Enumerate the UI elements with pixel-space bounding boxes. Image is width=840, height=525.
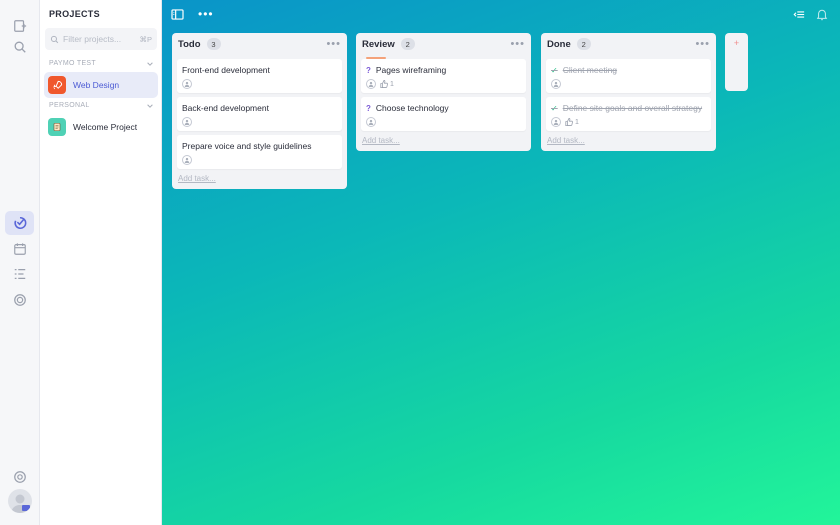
task-title: Pages wireframing	[375, 65, 447, 75]
column-title: Done	[547, 38, 571, 50]
assignee-icon[interactable]	[182, 155, 192, 165]
assignee-icon[interactable]	[551, 117, 561, 127]
more-options-icon[interactable]: •••	[510, 38, 525, 50]
project-name: Web Design	[73, 80, 120, 90]
task-title: Back-end development	[182, 103, 269, 113]
assignee-icon[interactable]	[551, 79, 561, 89]
add-task-link[interactable]: Add task...	[172, 169, 347, 189]
search-icon	[50, 35, 59, 43]
paper-icon	[48, 118, 66, 136]
column-review: Review 2 ••• ? Pages wireframing 1 ? Choos…	[356, 33, 531, 151]
task-card[interactable]: Back-end development	[177, 97, 342, 131]
status-check-icon: ✓	[551, 65, 558, 75]
column-count: 2	[576, 38, 591, 50]
thumbs-up-icon	[380, 80, 388, 88]
column-todo: Todo 3 ••• Front-end development Back-en…	[172, 33, 347, 189]
task-card[interactable]: Prepare voice and style guidelines	[177, 135, 342, 169]
add-task-link[interactable]: Add task...	[356, 131, 531, 151]
panel-title: PROJECTS	[49, 9, 100, 19]
column-header: Review 2 •••	[356, 33, 531, 55]
board-area: ••• Todo 3 ••• Front-end development Bac…	[162, 0, 840, 525]
project-item-welcome-project[interactable]: Welcome Project	[44, 114, 158, 140]
more-options-icon[interactable]: •••	[326, 38, 341, 50]
plus-icon: +	[733, 38, 740, 48]
search-shortcut: ⌘P	[139, 34, 152, 44]
bell-icon[interactable]	[816, 8, 828, 24]
group-label-paymo-test: PAYMO TEST	[49, 60, 96, 67]
assignee-icon[interactable]	[182, 79, 192, 89]
assignee-icon[interactable]	[366, 79, 376, 89]
tasks-icon[interactable]	[5, 211, 34, 235]
thumbs-up-icon	[565, 118, 573, 126]
task-card[interactable]: ✓ Define site goals and overall strategy …	[546, 97, 711, 131]
chevron-down-icon[interactable]	[146, 60, 154, 68]
project-item-web-design[interactable]: Web Design	[44, 72, 158, 98]
assignee-icon[interactable]	[366, 117, 376, 127]
project-search[interactable]: ⌘P	[45, 28, 157, 50]
collapse-panel-icon[interactable]	[793, 9, 805, 23]
column-title: Review	[362, 38, 395, 50]
add-column-button[interactable]: +	[725, 33, 748, 91]
new-task-icon[interactable]	[10, 16, 30, 36]
assignee-icon[interactable]	[182, 117, 192, 127]
toggle-sidebar-icon[interactable]	[171, 9, 184, 23]
project-name: Welcome Project	[73, 122, 138, 132]
column-header: Done 2 •••	[541, 33, 716, 55]
reports-icon[interactable]	[10, 290, 30, 310]
likes-count: 1	[390, 80, 394, 88]
search-icon[interactable]	[10, 37, 30, 57]
task-card[interactable]: ? Choose technology	[361, 97, 526, 131]
status-question-icon: ?	[366, 65, 371, 75]
more-options-icon[interactable]: •••	[695, 38, 710, 50]
task-title: Define site goals and overall strategy	[562, 103, 703, 113]
status-check-icon: ✓	[551, 103, 558, 113]
task-title: Client meeting	[562, 65, 618, 75]
task-card[interactable]: ? Pages wireframing 1	[361, 57, 526, 93]
task-card[interactable]: Front-end development	[177, 59, 342, 93]
chevron-down-icon[interactable]	[146, 102, 154, 110]
projects-panel: PROJECTS ⌘P PAYMO TEST Web Design PERSON…	[40, 0, 162, 525]
app-rail	[0, 0, 40, 525]
column-count: 2	[400, 38, 415, 50]
user-avatar[interactable]	[8, 489, 32, 513]
task-title: Prepare voice and style guidelines	[182, 141, 312, 151]
status-question-icon: ?	[366, 103, 371, 113]
task-card[interactable]: ✓ Client meeting	[546, 59, 711, 93]
likes[interactable]: 1	[380, 80, 394, 88]
task-title: Front-end development	[182, 65, 270, 75]
add-task-link[interactable]: Add task...	[541, 131, 716, 151]
column-title: Todo	[178, 38, 201, 50]
calendar-icon[interactable]	[10, 239, 30, 259]
more-options-icon[interactable]: •••	[198, 7, 214, 21]
likes-count: 1	[575, 118, 579, 126]
column-count: 3	[206, 38, 221, 50]
column-header: Todo 3 •••	[172, 33, 347, 55]
project-search-input[interactable]	[63, 34, 129, 44]
timeline-icon[interactable]	[10, 264, 30, 284]
task-title: Choose technology	[375, 103, 449, 113]
likes[interactable]: 1	[565, 118, 579, 126]
group-label-personal: PERSONAL	[49, 102, 90, 109]
help-icon[interactable]	[10, 467, 30, 487]
rocket-icon	[48, 76, 66, 94]
column-done: Done 2 ••• ✓ Client meeting ✓ Define site …	[541, 33, 716, 151]
progress-indicator	[366, 57, 386, 59]
